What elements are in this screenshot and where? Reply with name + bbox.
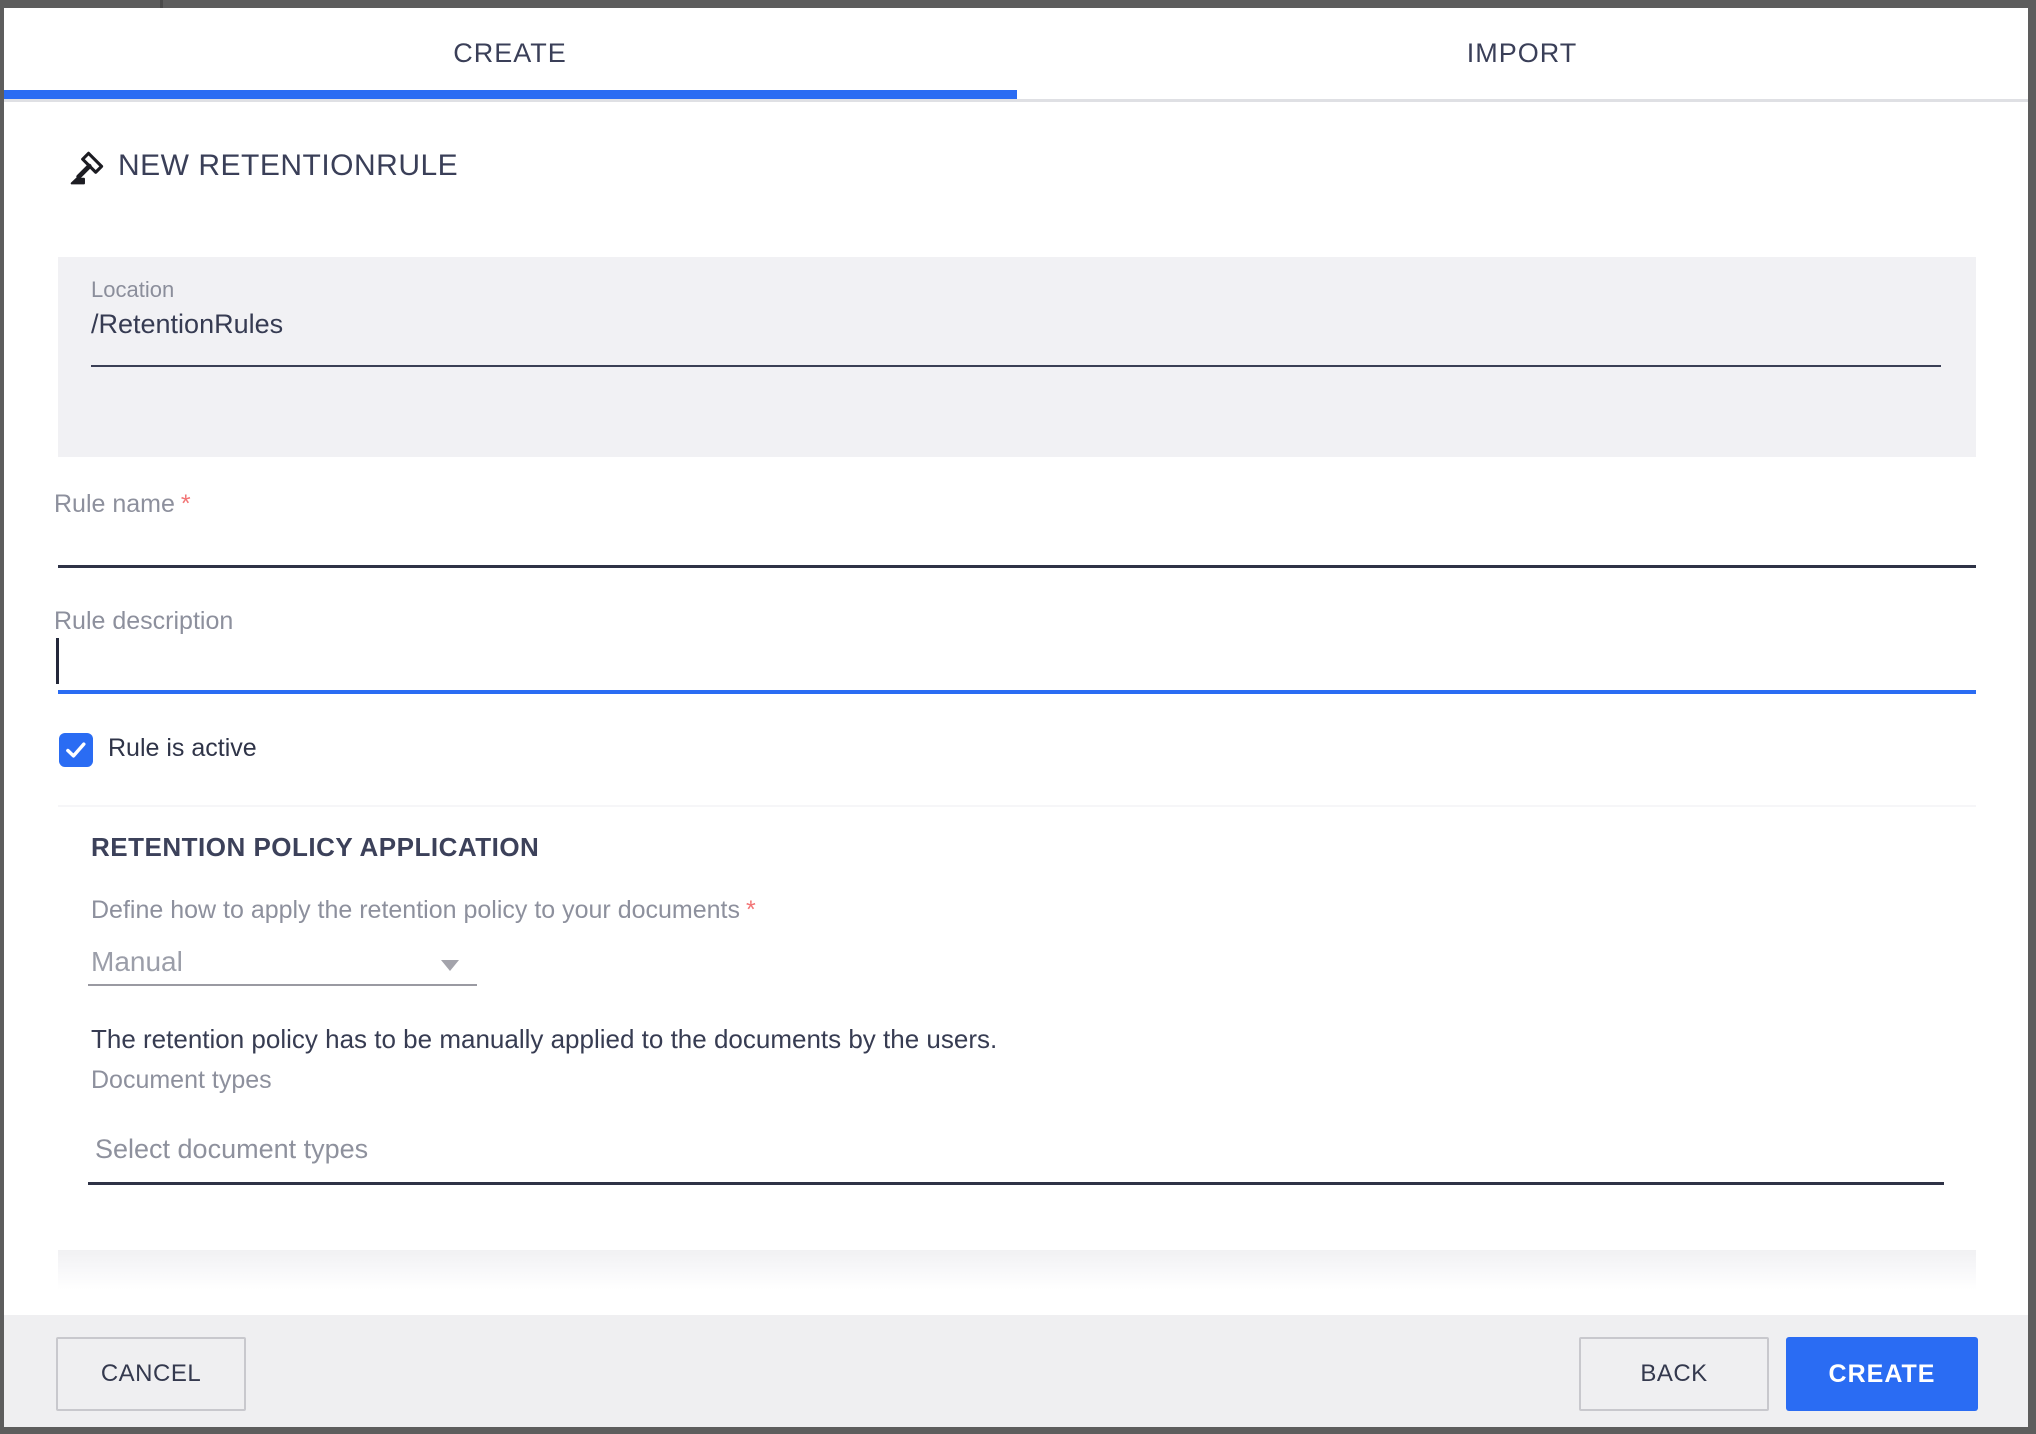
text-cursor bbox=[56, 638, 59, 684]
modal-overlay-background: CREATE IMPORT NEW RETENTIONRULE Location… bbox=[0, 0, 2036, 1434]
rule-name-underline bbox=[58, 565, 1976, 568]
scroll-shadow-band bbox=[58, 1250, 1976, 1290]
tab-create[interactable]: CREATE bbox=[4, 8, 1016, 99]
section-title: RETENTION POLICY APPLICATION bbox=[91, 832, 540, 862]
required-asterisk: * bbox=[180, 490, 191, 518]
apply-method-label: Define how to apply the retention policy… bbox=[91, 896, 756, 924]
gavel-icon bbox=[66, 146, 110, 190]
checkmark-icon bbox=[66, 742, 86, 758]
required-asterisk: * bbox=[746, 896, 756, 924]
tab-import-label: IMPORT bbox=[1466, 38, 1578, 68]
location-label: Location bbox=[91, 277, 175, 302]
apply-method-helper: The retention policy has to be manually … bbox=[91, 1024, 998, 1054]
overlay-notch bbox=[160, 0, 163, 8]
tab-import[interactable]: IMPORT bbox=[1016, 8, 2028, 99]
page-title: NEW RETENTIONRULE bbox=[118, 149, 459, 182]
rule-description-focus-underline bbox=[58, 690, 1976, 694]
cancel-button[interactable]: CANCEL bbox=[56, 1337, 246, 1411]
rule-active-label: Rule is active bbox=[108, 734, 257, 762]
apply-method-underline bbox=[88, 984, 477, 986]
location-underline bbox=[91, 365, 1941, 367]
divider bbox=[58, 805, 1976, 807]
dialog-footer: CANCEL BACK CREATE bbox=[4, 1315, 2028, 1427]
document-types-input[interactable]: Select document types bbox=[95, 1134, 368, 1165]
rule-name-label: Rule name * bbox=[54, 490, 191, 518]
location-field-card: Location /RetentionRules bbox=[58, 257, 1976, 457]
apply-method-select[interactable]: Manual bbox=[91, 946, 183, 978]
new-retention-rule-dialog: CREATE IMPORT NEW RETENTIONRULE Location… bbox=[4, 8, 2028, 1427]
rule-description-input[interactable] bbox=[58, 638, 1976, 690]
document-types-underline bbox=[88, 1182, 1944, 1185]
dropdown-arrow-icon bbox=[441, 960, 459, 971]
rule-active-checkbox[interactable] bbox=[59, 733, 93, 767]
rule-description-label: Rule description bbox=[54, 607, 234, 635]
document-types-label: Document types bbox=[91, 1066, 272, 1094]
rule-name-input[interactable] bbox=[58, 518, 1976, 568]
back-button[interactable]: BACK bbox=[1579, 1337, 1769, 1411]
active-tab-indicator bbox=[4, 90, 1017, 99]
tab-bar: CREATE IMPORT bbox=[4, 8, 2028, 102]
location-input[interactable]: /RetentionRules bbox=[91, 309, 283, 340]
create-button[interactable]: CREATE bbox=[1786, 1337, 1978, 1411]
tab-create-label: CREATE bbox=[453, 38, 567, 68]
